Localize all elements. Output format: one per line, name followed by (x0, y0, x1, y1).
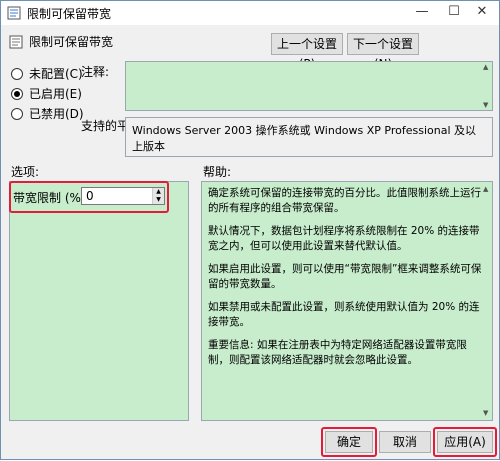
help-paragraph: 默认情况下，数据包计划程序将系统限制在 20% 的连接带宽之内，但可以使用此设置… (208, 225, 480, 252)
help-panel: 确定系统可保留的连接带宽的百分比。此值限制系统上运行的所有程序的组合带宽保留。 … (201, 181, 493, 421)
comment-field[interactable] (125, 61, 493, 111)
radio-circle[interactable] (11, 67, 23, 80)
scroll-up-icon[interactable]: ▲ (483, 63, 488, 71)
previous-setting-button[interactable]: 上一个设置(P) (271, 33, 343, 71)
options-label: 选项: (11, 165, 40, 179)
close-button[interactable]: ✕ (465, 1, 499, 25)
comment-label: 注释: (81, 65, 110, 79)
options-panel (9, 181, 189, 421)
highlight-box-apply (433, 427, 497, 457)
supported-platform-field: Windows Server 2003 操作系统或 Windows XP Pro… (125, 117, 493, 157)
scroll-down-icon[interactable]: ▼ (483, 101, 488, 109)
minimize-button[interactable]: — (405, 1, 439, 25)
help-scroll-up-icon[interactable]: ▲ (483, 185, 488, 193)
radio-label: 已启用(E) (29, 87, 82, 101)
radio-circle-checked[interactable] (11, 87, 23, 100)
radio-circle[interactable] (11, 107, 23, 120)
help-paragraph: 重要信息: 如果在注册表中为特定网络适配器设置带宽限制，则配置该网络适配器时就会… (208, 339, 467, 366)
help-scroll-down-icon[interactable]: ▼ (483, 409, 488, 417)
radio-label: 已禁用(D) (29, 107, 84, 121)
radio-disabled[interactable]: 已禁用(D) (11, 105, 84, 122)
next-setting-button[interactable]: 下一个设置(N) (347, 33, 419, 71)
highlight-box-ok (321, 427, 377, 457)
radio-not-configured[interactable]: 未配置(C) (11, 65, 83, 82)
radio-label: 未配置(C) (29, 67, 83, 81)
policy-dialog: 限制可保留带宽 — ☐ ✕ 限制可保留带宽 上一个设置(P) 下一个设置(N) … (0, 0, 500, 460)
setting-name: 限制可保留带宽 (29, 35, 114, 49)
policy-icon (7, 6, 21, 20)
title-bar: 限制可保留带宽 — ☐ ✕ (1, 1, 499, 25)
highlight-box-bandwidth (9, 181, 169, 213)
radio-enabled[interactable]: 已启用(E) (11, 85, 82, 102)
help-label: 帮助: (203, 165, 232, 179)
help-paragraph: 如果启用此设置，则可以使用“带宽限制”框来调整系统可保留的带宽数量。 (208, 263, 482, 290)
help-paragraph: 如果禁用或未配置此设置，则系统使用默认值为 20% 的连接带宽。 (208, 301, 480, 328)
help-paragraph: 确定系统可保留的连接带宽的百分比。此值限制系统上运行的所有程序的组合带宽保留。 (208, 187, 481, 214)
window-title: 限制可保留带宽 (27, 7, 112, 21)
setting-icon (9, 35, 23, 49)
cancel-button[interactable]: 取消 (379, 431, 431, 453)
